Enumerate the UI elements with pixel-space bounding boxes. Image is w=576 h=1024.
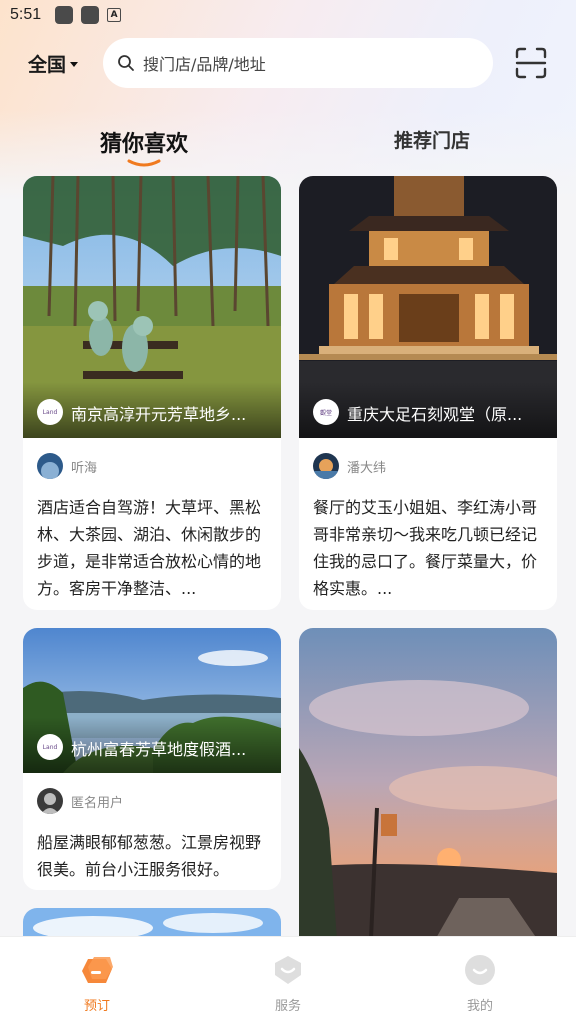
search-icon xyxy=(118,55,134,71)
card-title: 重庆大足石刻观堂（原... xyxy=(347,405,523,424)
user-row: 听海 xyxy=(37,452,267,480)
nav-label: 我的 xyxy=(466,999,493,1014)
user-row: 匿名用户 xyxy=(37,787,267,815)
nav-profile[interactable]: 我的 xyxy=(440,953,520,1014)
nav-booking[interactable]: 预订 xyxy=(57,953,137,1014)
caret-down-icon xyxy=(70,62,79,67)
review-text: 酒店适合自驾游！大草坪、黑松林、大茶园、湖泊、休闲散步的步道，是非常适合放松心情… xyxy=(37,498,262,598)
bottom-navigation: 预订 服务 我的 xyxy=(0,936,576,1024)
status-bar: 5:51 A xyxy=(0,0,576,30)
hotel-card[interactable]: Land 杭州富春芳草地度假酒... 匿名用户 船屋满眼郁郁葱葱。江景房视野很美… xyxy=(23,628,281,890)
header: 全国 搜门店/品牌/地址 xyxy=(0,36,576,90)
card-caption: Land 南京高淳开元芳草地乡... xyxy=(23,382,281,438)
brand-logo: Land xyxy=(37,734,63,760)
region-label: 全国 xyxy=(28,54,67,76)
card-caption: 觀堂 重庆大足石刻观堂（原... xyxy=(299,382,557,438)
card-image: Land 杭州富春芳草地度假酒... xyxy=(23,628,281,773)
region-selector[interactable]: 全国 xyxy=(28,50,79,77)
username: 听海 xyxy=(71,460,98,476)
notification-icon xyxy=(55,6,74,24)
review-text: 餐厅的艾玉小姐姐、李红涛小哥哥非常亲切～我来吃几顿已经记住我的忌口了。餐厅菜量大… xyxy=(313,498,538,598)
profile-icon xyxy=(465,955,495,985)
hotel-card[interactable]: 觀堂 重庆大足石刻观堂（原... 潘大纬 餐厅的艾玉小姐姐、李红涛小哥哥非常亲切… xyxy=(299,176,557,610)
search-placeholder: 搜门店/品牌/地址 xyxy=(143,55,266,74)
scan-icon[interactable] xyxy=(514,46,548,80)
avatar xyxy=(37,788,63,814)
avatar xyxy=(313,453,339,479)
card-title: 杭州富春芳草地度假酒... xyxy=(71,740,247,759)
card-image: 觀堂 重庆大足石刻观堂（原... xyxy=(299,176,557,438)
card-title: 南京高淳开元芳草地乡... xyxy=(71,405,247,424)
brand-logo: Land xyxy=(37,399,63,425)
hotel-card[interactable]: Land 南京高淳开元芳草地乡... 听海 酒店适合自驾游！大草坪、黑松林、大茶… xyxy=(23,176,281,610)
nav-label: 预订 xyxy=(83,999,110,1014)
feed-tabs: 猜你喜欢 推荐门店 xyxy=(0,126,576,176)
hotel-card[interactable] xyxy=(299,628,557,936)
card-image xyxy=(23,908,281,936)
keyboard-a-icon: A xyxy=(107,8,122,22)
card-image xyxy=(299,628,557,936)
tab-active-indicator xyxy=(127,159,161,167)
nav-service[interactable]: 服务 xyxy=(248,953,328,1014)
booking-icon xyxy=(82,957,113,983)
brand-logo: 觀堂 xyxy=(313,399,339,425)
tab-recommended-stores[interactable]: 推荐门店 xyxy=(394,126,470,153)
feed: Land 南京高淳开元芳草地乡... 听海 酒店适合自驾游！大草坪、黑松林、大茶… xyxy=(0,176,576,936)
avatar xyxy=(37,453,63,479)
card-image: Land 南京高淳开元芳草地乡... xyxy=(23,176,281,438)
status-time: 5:51 xyxy=(10,6,42,23)
notification-icon-2 xyxy=(81,6,100,24)
card-caption: Land 杭州富春芳草地度假酒... xyxy=(23,717,281,773)
username: 匿名用户 xyxy=(71,795,124,811)
service-icon xyxy=(275,956,301,984)
hotel-card[interactable] xyxy=(23,908,281,936)
tab-guess-you-like[interactable]: 猜你喜欢 xyxy=(100,126,188,158)
user-row: 潘大纬 xyxy=(313,452,543,480)
username: 潘大纬 xyxy=(347,460,387,476)
review-text: 船屋满眼郁郁葱葱。江景房视野很美。前台小汪服务很好。 xyxy=(37,833,262,879)
search-input[interactable]: 搜门店/品牌/地址 xyxy=(103,38,493,88)
nav-label: 服务 xyxy=(274,999,301,1014)
